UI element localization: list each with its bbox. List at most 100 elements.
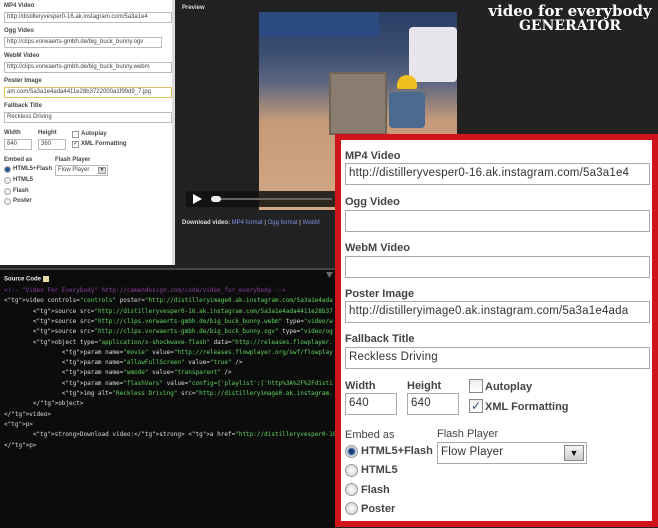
separator: |: [299, 220, 301, 226]
autoplay-checkbox[interactable]: [72, 131, 79, 138]
radio-label: HTML5+Flash: [13, 166, 53, 172]
radio-label: HTML5: [361, 464, 398, 476]
radio-label: Flash: [13, 188, 29, 194]
figure-image: [389, 92, 425, 128]
ogg-input[interactable]: http://clips.vorwaerts-gmbh.de/big_buck_…: [4, 37, 162, 48]
radio-label: Poster: [13, 198, 32, 204]
mp4-link[interactable]: MP4 format: [232, 220, 263, 226]
flash-player-value: Flow Player: [58, 167, 90, 173]
radio-label: HTML5+Flash: [361, 445, 433, 457]
fallback-label: Fallback Title: [345, 333, 415, 345]
webm-input[interactable]: [345, 256, 650, 278]
seek-handle[interactable]: [211, 196, 221, 202]
download-label: Download video:: [182, 220, 230, 226]
code-line: <"tg">object type="application/x-shockwa…: [4, 338, 333, 346]
flash-player-label: Flash Player: [437, 428, 499, 440]
scroll-down-icon[interactable]: [326, 272, 333, 278]
chevron-down-icon: ▼: [564, 445, 584, 461]
code-line: <"tg">source src="http://distilleryvespe…: [4, 307, 333, 315]
radio-html5-flash[interactable]: [345, 445, 358, 458]
source-title: Source Code: [4, 276, 49, 283]
chevron-down-icon: ▼: [98, 167, 106, 174]
flash-player-select[interactable]: Flow Player ▼: [437, 442, 587, 464]
xml-checkbox[interactable]: ✓: [72, 141, 79, 148]
fallback-label: Fallback Title: [4, 103, 42, 109]
flash-player-select[interactable]: Flow Player ▼: [55, 165, 108, 176]
video-controls: [186, 191, 336, 207]
radio-html5[interactable]: [345, 464, 358, 477]
code-line: </"tg">p>: [4, 441, 37, 449]
autoplay-label: Autoplay: [485, 381, 533, 393]
crate-image: [329, 72, 387, 135]
width-label: Width: [345, 380, 376, 392]
figure-helmet-image: [397, 75, 417, 89]
poster-input[interactable]: am.com/5a3a1e4ada4411e28b3722000a1f99d9_…: [4, 87, 172, 98]
ogg-label: Ogg Video: [4, 28, 34, 34]
radio-html5-flash[interactable]: [4, 166, 11, 173]
generator-form: MP4 Video http://distilleryvesper0-16.ak…: [0, 0, 175, 265]
embed-label: Embed as: [345, 429, 395, 441]
code-line: <"tg">param name="allowFullScreen" value…: [4, 359, 243, 367]
ogg-link[interactable]: Ogg format: [268, 220, 298, 226]
code-line: <"tg">param name="movie" value="http://r…: [4, 348, 333, 356]
poster-label: Poster Image: [345, 288, 415, 300]
mp4-label: MP4 Video: [345, 150, 401, 162]
webm-link[interactable]: WebM: [303, 220, 320, 226]
seek-bar[interactable]: [212, 198, 332, 200]
separator: |: [264, 220, 266, 226]
code-line: <"tg">video controls="controls" poster="…: [4, 297, 333, 305]
xml-label: XML Formatting: [485, 401, 569, 413]
poster-label: Poster Image: [4, 78, 42, 84]
code-line: <"tg">p>: [4, 420, 33, 428]
logo-line2: GENERATOR: [518, 18, 622, 34]
logo-line1: video for everybody: [488, 2, 652, 20]
width-label: Width: [4, 130, 21, 136]
radio-label: Poster: [361, 503, 396, 515]
mp4-input[interactable]: http://distilleryvesper0-16.ak.instagram…: [4, 12, 172, 23]
height-input[interactable]: 360: [38, 139, 66, 150]
code-line: <"tg">source src="http://clips.vorwaerts…: [4, 317, 333, 325]
download-line: Download video: MP4 format | Ogg format …: [182, 220, 320, 226]
embed-label: Embed as: [4, 157, 33, 163]
code-line: <"tg">source src="http://clips.vorwaerts…: [4, 328, 333, 336]
autoplay-checkbox[interactable]: [469, 379, 483, 393]
radio-label: Flash: [361, 484, 390, 496]
width-input[interactable]: 640: [345, 393, 397, 415]
fallback-input[interactable]: Reckless Driving: [345, 347, 650, 369]
preview-title: Preview: [182, 5, 205, 11]
source-title-text: Source Code: [4, 276, 42, 283]
webm-label: WebM Video: [4, 53, 40, 59]
code-line: <"tg">img alt="Reckless Driving" src="ht…: [4, 390, 333, 397]
flash-player-label: Flash Player: [55, 157, 91, 163]
ogg-label: Ogg Video: [345, 196, 400, 208]
mp4-label: MP4 Video: [4, 3, 35, 9]
radio-poster[interactable]: [345, 502, 358, 515]
xml-checkbox[interactable]: ✓: [469, 399, 483, 413]
code-line: <"tg">param name="flashVars" value="conf…: [4, 379, 333, 387]
width-input[interactable]: 640: [4, 139, 32, 150]
mug-image: [409, 27, 457, 82]
autoplay-label: Autoplay: [81, 131, 107, 137]
code-line: </"tg">video>: [4, 410, 51, 418]
radio-flash[interactable]: [4, 188, 11, 195]
ogg-input[interactable]: [345, 210, 650, 232]
poster-input[interactable]: http://distilleryimage0.ak.instagram.com…: [345, 301, 650, 323]
radio-flash[interactable]: [345, 483, 358, 496]
copy-icon[interactable]: [42, 276, 49, 282]
source-code-panel: Source Code <!-- "Video For Everybody" h…: [0, 268, 369, 528]
flash-player-value: Flow Player: [441, 446, 504, 458]
radio-poster[interactable]: [4, 198, 11, 205]
radio-label: HTML5: [13, 177, 33, 183]
code-line: <"tg">param name="wmode" value="transpar…: [4, 369, 232, 377]
xml-label: XML Formatting: [81, 141, 127, 147]
fallback-input[interactable]: Reckless Driving: [4, 112, 172, 123]
code-line: <"tg">strong>Download video:</"tg">stron…: [4, 431, 369, 439]
webm-input[interactable]: http://clips.vorwaerts-gmbh.de/big_buck_…: [4, 62, 172, 73]
height-input[interactable]: 640: [407, 393, 459, 415]
code-line: <!-- "Video For Everybody" http://camend…: [4, 287, 286, 294]
monitor-image: [259, 12, 379, 37]
logo: video for everybody GENERATOR: [485, 4, 655, 34]
mp4-input[interactable]: http://distilleryvesper0-16.ak.instagram…: [345, 163, 650, 185]
play-icon[interactable]: [193, 194, 202, 204]
radio-html5[interactable]: [4, 177, 11, 184]
